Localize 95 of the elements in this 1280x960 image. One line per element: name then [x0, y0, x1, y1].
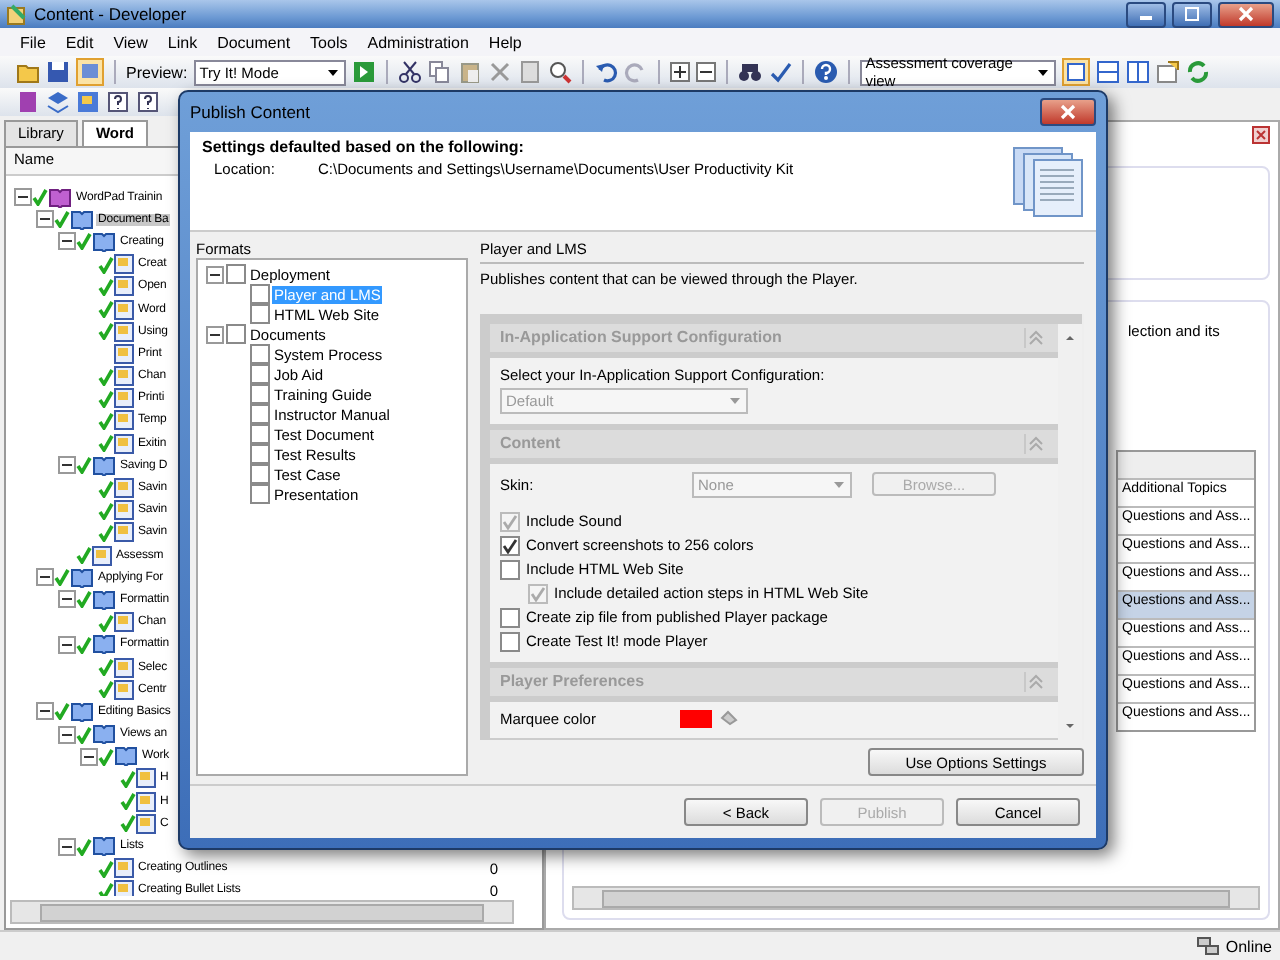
window-title: Content - Developer [34, 4, 187, 24]
checkbox[interactable] [250, 344, 270, 364]
checkbox[interactable] [250, 284, 270, 304]
copy-icon[interactable] [427, 60, 452, 84]
maximize-icon [1184, 6, 1200, 22]
collapse-icon[interactable] [58, 456, 76, 475]
caret-icon [325, 65, 340, 79]
collapse-icon[interactable] [58, 635, 76, 654]
book-icon [48, 187, 72, 208]
minimize-button[interactable] [1126, 1, 1166, 27]
checkbox[interactable] [250, 444, 270, 464]
spellcheck-icon[interactable] [767, 60, 792, 84]
magnifier-icon[interactable] [547, 60, 572, 84]
menu-item[interactable]: View [113, 33, 148, 51]
status-text: Online [1225, 937, 1272, 955]
checkbox[interactable] [250, 424, 270, 444]
preview-label: Preview: [126, 63, 188, 81]
layout-icon[interactable] [1061, 58, 1090, 86]
split-horizontal-icon[interactable] [1095, 60, 1120, 84]
minus-icon[interactable] [695, 62, 716, 82]
go-icon[interactable] [351, 60, 376, 84]
book-icon [70, 209, 94, 230]
checkbox[interactable] [226, 264, 246, 284]
refresh-icon[interactable] [1185, 60, 1210, 84]
collapse-icon[interactable] [36, 568, 54, 587]
documents-icon [1012, 146, 1084, 218]
menu-item[interactable]: Tools [310, 33, 348, 51]
dialog-title: Publish Content [190, 102, 311, 122]
checkbox[interactable] [226, 324, 246, 344]
binoculars-icon[interactable] [737, 60, 762, 84]
save-icon[interactable] [46, 60, 70, 84]
collapse-icon[interactable] [36, 702, 54, 721]
plus-icon[interactable] [669, 62, 690, 82]
collapse-icon[interactable] [58, 590, 76, 609]
collapse-icon[interactable] [80, 747, 98, 766]
close-icon [1238, 6, 1254, 22]
network-icon [1195, 936, 1220, 956]
paste-icon[interactable] [457, 60, 482, 84]
stack-icon[interactable] [46, 90, 70, 114]
menu-item[interactable]: Link [167, 33, 198, 51]
question-icon[interactable] [106, 90, 130, 114]
maximize-button[interactable] [1172, 1, 1212, 27]
close-icon[interactable] [1252, 125, 1270, 143]
collapse-icon[interactable] [14, 188, 32, 207]
caret-icon [832, 477, 846, 492]
book-icon[interactable] [16, 90, 40, 114]
menu-item[interactable]: Help [488, 33, 522, 51]
close-icon [1060, 104, 1076, 120]
collapse-icon[interactable] [206, 325, 224, 343]
checkbox[interactable] [250, 464, 270, 484]
menu-item[interactable]: File [20, 33, 46, 51]
collapse-icon[interactable] [36, 210, 54, 229]
color-swatch[interactable] [680, 709, 712, 728]
checkbox[interactable] [250, 304, 270, 324]
app-icon [6, 3, 28, 25]
book-icon [114, 746, 138, 767]
collapse-icon[interactable] [58, 725, 76, 744]
table-header [1118, 452, 1254, 478]
split-vertical-icon[interactable] [1125, 60, 1150, 84]
folder-icon[interactable] [16, 60, 40, 84]
book-icon [92, 634, 116, 655]
collapse-icon[interactable] [58, 232, 76, 251]
checkbox[interactable] [500, 631, 520, 652]
close-button[interactable] [1218, 1, 1274, 27]
help-icon[interactable] [813, 60, 838, 84]
menu-item[interactable]: Edit [65, 33, 94, 51]
horizontal-scrollbar[interactable] [10, 900, 514, 924]
collapse-icon[interactable] [58, 837, 76, 856]
down-arrow-icon[interactable] [1062, 718, 1078, 734]
collapse-icon[interactable] [206, 265, 224, 283]
book-icon [92, 724, 116, 745]
checkbox[interactable] [250, 384, 270, 404]
caret-icon [728, 393, 742, 408]
book-icon [70, 567, 94, 588]
checkbox[interactable] [500, 607, 520, 628]
book-icon [70, 701, 94, 722]
book-icon [92, 589, 116, 610]
book-icon [92, 836, 116, 857]
checkbox[interactable] [250, 364, 270, 384]
checkbox[interactable] [250, 404, 270, 424]
properties-icon[interactable] [1155, 60, 1180, 84]
checkbox[interactable] [250, 484, 270, 504]
book-icon [92, 455, 116, 476]
delete-icon[interactable] [487, 60, 512, 84]
checkbox[interactable] [500, 535, 520, 556]
menu-item[interactable]: Administration [367, 33, 469, 51]
scissors-icon[interactable] [397, 60, 422, 84]
caret-icon [1035, 65, 1050, 79]
book-icon [92, 231, 116, 252]
checkbox[interactable] [500, 559, 520, 580]
undo-icon[interactable] [593, 60, 618, 84]
menu-item[interactable]: Document [217, 33, 291, 51]
question-icon[interactable] [136, 90, 160, 114]
horizontal-scrollbar[interactable] [572, 886, 1260, 910]
close-button[interactable] [1040, 98, 1096, 126]
